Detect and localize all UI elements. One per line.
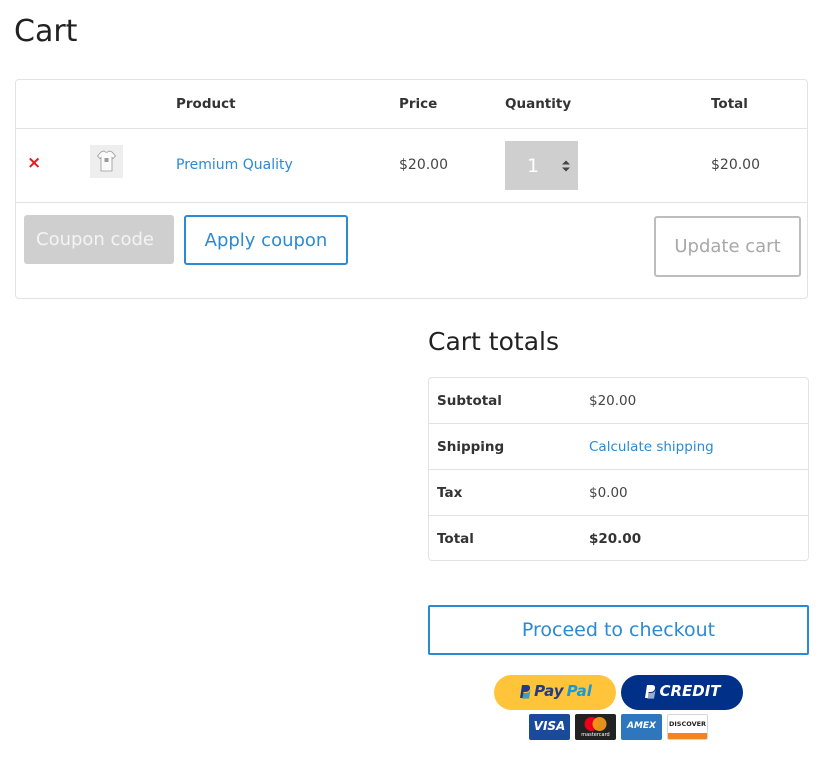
tax-label: Tax (437, 485, 463, 501)
update-cart-button[interactable]: Update cart (654, 216, 801, 277)
cart-table: Product Price Quantity Total × Premium Q… (15, 79, 808, 299)
quantity-stepper[interactable]: 1 (505, 141, 578, 190)
total-label: Total (437, 531, 474, 547)
amex-card-icon: AMEX (621, 714, 662, 740)
page-title: Cart (14, 14, 78, 49)
item-price: $20.00 (399, 157, 448, 173)
product-name-link[interactable]: Premium Quality (176, 157, 293, 173)
mastercard-icon: mastercard (575, 714, 616, 740)
totals-row-tax: Tax $0.00 (429, 470, 808, 516)
tax-value: $0.00 (589, 485, 628, 501)
totals-row-subtotal: Subtotal $20.00 (429, 378, 808, 424)
remove-item-button[interactable]: × (27, 155, 41, 172)
subtotal-label: Subtotal (437, 393, 502, 409)
apply-coupon-button[interactable]: Apply coupon (184, 215, 348, 265)
amex-text: AMEX (626, 721, 656, 731)
subtotal-value: $20.00 (589, 393, 637, 409)
paypal-button-content: Pay Pal (518, 682, 592, 700)
paypal-logo-icon (645, 684, 657, 699)
total-value: $20.00 (589, 531, 642, 547)
discover-text: DISCOVER (668, 720, 707, 728)
credit-button-content: CREDIT (643, 682, 721, 701)
spinner-arrows-icon[interactable] (560, 159, 572, 173)
paypal-logo-icon (520, 684, 531, 699)
mastercard-text: mastercard (581, 732, 610, 738)
header-total: Total (711, 96, 748, 112)
shipping-label: Shipping (437, 439, 505, 455)
paypal-credit-button[interactable]: CREDIT (621, 675, 743, 710)
paypal-pal-text: Pal (566, 682, 592, 701)
header-quantity: Quantity (505, 96, 572, 112)
cart-totals-table: Subtotal $20.00 Shipping Calculate shipp… (428, 377, 809, 561)
item-line-total: $20.00 (711, 157, 760, 173)
header-product: Product (176, 96, 236, 112)
paypal-pay-text: Pay (534, 682, 564, 701)
visa-card-icon: VISA (529, 714, 570, 740)
calculate-shipping-link[interactable]: Calculate shipping (589, 439, 714, 455)
visa-text: VISA (533, 719, 566, 733)
header-price: Price (399, 96, 438, 112)
paypal-button[interactable]: Pay Pal (494, 675, 616, 710)
credit-label: CREDIT (659, 682, 721, 701)
tshirt-icon[interactable] (90, 145, 123, 178)
proceed-to-checkout-button[interactable]: Proceed to checkout (428, 605, 809, 655)
coupon-code-input[interactable] (24, 215, 174, 264)
totals-row-shipping: Shipping Calculate shipping (429, 424, 808, 470)
cart-table-header: Product Price Quantity Total (16, 80, 807, 129)
table-row: × Premium Quality $20.00 1 $20.00 (16, 129, 807, 203)
totals-row-total: Total $20.00 (429, 516, 808, 562)
cart-totals-title: Cart totals (428, 327, 559, 356)
quantity-value: 1 (527, 155, 540, 177)
discover-card-icon: DISCOVER (667, 714, 708, 740)
